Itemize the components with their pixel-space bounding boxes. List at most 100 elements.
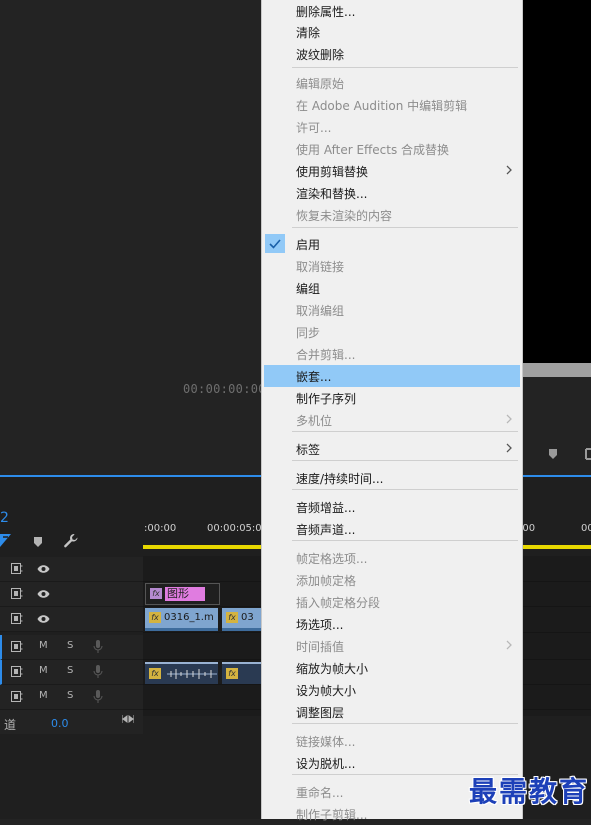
menu-item-label: 取消编组	[296, 304, 345, 318]
menu-item-label: 帧定格选项...	[296, 552, 368, 566]
audio-clip[interactable]: fx	[222, 662, 262, 684]
menu-item-31[interactable]: 调整图层	[262, 701, 522, 723]
menu-item-6[interactable]: 许可...	[262, 116, 522, 138]
menu-item-label: 删除属性...	[296, 5, 356, 19]
menu-item-30[interactable]: 设为帧大小	[262, 679, 522, 701]
track-header-v1[interactable]	[0, 607, 143, 632]
menu-item-label: 制作子序列	[296, 392, 357, 406]
menu-item-label: 许可...	[296, 121, 332, 135]
menu-item-29[interactable]: 缩放为帧大小	[262, 657, 522, 679]
menu-item-label: 场选项...	[296, 618, 344, 632]
menu-item-18[interactable]: 制作子序列	[262, 387, 522, 409]
menu-separator	[292, 540, 518, 541]
film-icon[interactable]	[11, 641, 23, 655]
mute-button[interactable]: M	[39, 690, 48, 701]
menu-item-24[interactable]: 帧定格选项...	[262, 547, 522, 569]
fx-badge: fx	[149, 668, 161, 679]
menu-item-label: 使用剪辑替换	[296, 165, 369, 179]
monitor-extra-button[interactable]	[580, 447, 591, 461]
microphone-icon[interactable]	[93, 640, 103, 656]
master-track-label: 道	[4, 718, 17, 732]
mute-button[interactable]: M	[39, 665, 48, 676]
menu-item-4[interactable]: 编辑原始	[262, 72, 522, 94]
menu-item-13[interactable]: 编组	[262, 277, 522, 299]
solo-button[interactable]: S	[67, 690, 73, 701]
menu-item-11[interactable]: 启用	[262, 233, 522, 255]
menu-item-label: 链接媒体...	[296, 735, 356, 749]
fx-badge: fx	[149, 612, 161, 623]
track-header-a1[interactable]: M S	[0, 635, 143, 660]
mute-button[interactable]: M	[39, 640, 48, 651]
menu-item-20[interactable]: 标签	[262, 438, 522, 460]
snap-icon[interactable]	[0, 534, 11, 547]
menu-item-26[interactable]: 插入帧定格分段	[262, 591, 522, 613]
menu-item-8[interactable]: 使用剪辑替换	[262, 160, 522, 182]
menu-item-21[interactable]: 速度/持续时间...	[262, 467, 522, 489]
track-header-v2[interactable]	[0, 582, 143, 607]
menu-item-28[interactable]: 时间插值	[262, 635, 522, 657]
film-icon[interactable]	[11, 691, 23, 705]
menu-item-17[interactable]: 嵌套...	[264, 365, 520, 387]
chevron-right-icon	[505, 442, 513, 454]
track-header-a2[interactable]: M S	[0, 660, 143, 685]
menu-separator	[292, 227, 518, 228]
eye-icon[interactable]	[37, 563, 50, 577]
menu-item-label: 合并剪辑...	[296, 348, 356, 362]
menu-separator	[292, 460, 518, 461]
clip-label: 0316_1.m	[164, 612, 214, 623]
film-icon[interactable]	[11, 666, 23, 680]
eye-icon[interactable]	[37, 613, 50, 627]
menu-item-23[interactable]: 音频声道...	[262, 518, 522, 540]
menu-item-label: 使用 After Effects 合成替换	[296, 143, 450, 157]
master-volume-value[interactable]: 0.0	[51, 717, 69, 730]
menu-item-label: 编组	[296, 282, 321, 296]
add-marker-button[interactable]	[546, 447, 560, 461]
track-header-v3[interactable]	[0, 557, 143, 582]
solo-button[interactable]: S	[67, 665, 73, 676]
film-icon[interactable]	[11, 588, 23, 602]
menu-item-label: 添加帧定格	[296, 574, 357, 588]
menu-item-label: 多机位	[296, 414, 333, 428]
menu-item-label: 清除	[296, 26, 321, 40]
microphone-icon[interactable]	[93, 665, 103, 681]
monitor-timecode[interactable]: 00:00:00:00	[183, 382, 266, 396]
film-icon[interactable]	[11, 613, 23, 627]
eye-icon[interactable]	[37, 588, 50, 602]
sequence-tab-number[interactable]: 2	[0, 510, 9, 526]
chevron-right-icon	[505, 639, 513, 651]
timeline-marker-icon[interactable]	[32, 536, 44, 548]
menu-item-3[interactable]: 波纹删除	[262, 43, 522, 65]
menu-item-25[interactable]: 添加帧定格	[262, 569, 522, 591]
menu-item-16[interactable]: 合并剪辑...	[262, 343, 522, 365]
track-header-a3[interactable]: M S	[0, 685, 143, 710]
menu-item-5[interactable]: 在 Adobe Audition 中编辑剪辑	[262, 94, 522, 116]
menu-item-label: 音频增益...	[296, 501, 356, 515]
menu-item-label: 取消链接	[296, 260, 345, 274]
menu-item-2[interactable]: 清除	[262, 21, 522, 43]
clip-label: 图形	[165, 587, 205, 601]
menu-item-12[interactable]: 取消链接	[262, 255, 522, 277]
wrench-icon[interactable]	[63, 533, 79, 549]
menu-item-15[interactable]: 同步	[262, 321, 522, 343]
menu-item-32[interactable]: 链接媒体...	[262, 730, 522, 752]
watermark: 最需教育	[469, 775, 590, 808]
menu-item-1[interactable]: 删除属性...	[262, 0, 522, 22]
menu-item-7[interactable]: 使用 After Effects 合成替换	[262, 138, 522, 160]
graphic-clip[interactable]: fx 图形	[145, 583, 220, 605]
menu-item-label: 同步	[296, 326, 321, 340]
menu-item-22[interactable]: 音频增益...	[262, 496, 522, 518]
menu-item-27[interactable]: 场选项...	[262, 613, 522, 635]
audio-clip[interactable]: fx	[145, 662, 218, 684]
solo-button[interactable]: S	[67, 640, 73, 651]
menu-item-10[interactable]: 恢复未渲染的内容	[262, 204, 522, 226]
menu-item-19[interactable]: 多机位	[262, 409, 522, 431]
video-clip[interactable]: fx 0316_1.m	[145, 608, 218, 631]
go-to-ends-icon[interactable]	[121, 713, 135, 725]
film-icon[interactable]	[11, 563, 23, 577]
video-clip[interactable]: fx 03	[222, 608, 262, 631]
chevron-right-icon	[505, 164, 513, 176]
menu-separator	[292, 431, 518, 432]
microphone-icon[interactable]	[93, 690, 103, 706]
menu-item-14[interactable]: 取消编组	[262, 299, 522, 321]
menu-item-9[interactable]: 渲染和替换...	[262, 182, 522, 204]
